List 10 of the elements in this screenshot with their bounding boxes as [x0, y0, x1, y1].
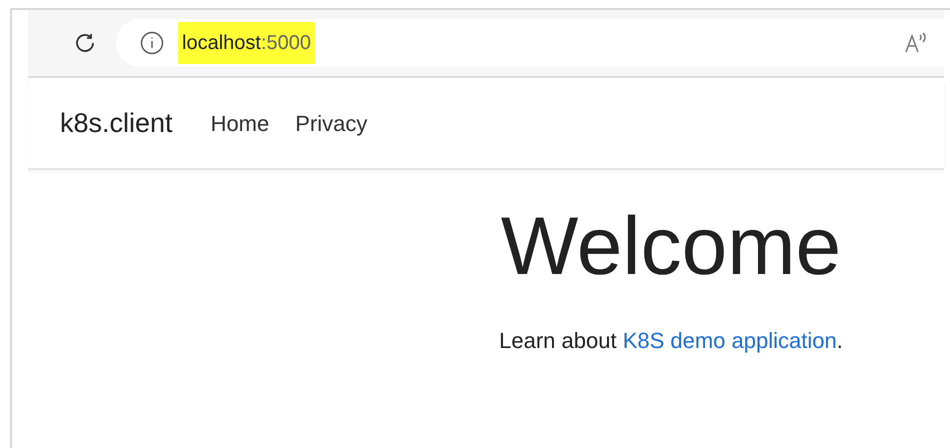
- nav-link[interactable]: Privacy: [295, 106, 368, 140]
- address-field[interactable]: localhost:5000: [116, 19, 944, 67]
- demo-link[interactable]: K8S demo application: [622, 328, 837, 353]
- url-port: :5000: [260, 31, 311, 56]
- welcome-heading: Welcome: [500, 206, 842, 288]
- intro-text: Learn about K8S demo application.: [499, 327, 843, 355]
- info-icon[interactable]: [140, 31, 164, 55]
- brand-link[interactable]: k8s.client: [60, 102, 173, 144]
- nav-link[interactable]: Home: [210, 106, 270, 140]
- url-host: localhost: [182, 31, 261, 56]
